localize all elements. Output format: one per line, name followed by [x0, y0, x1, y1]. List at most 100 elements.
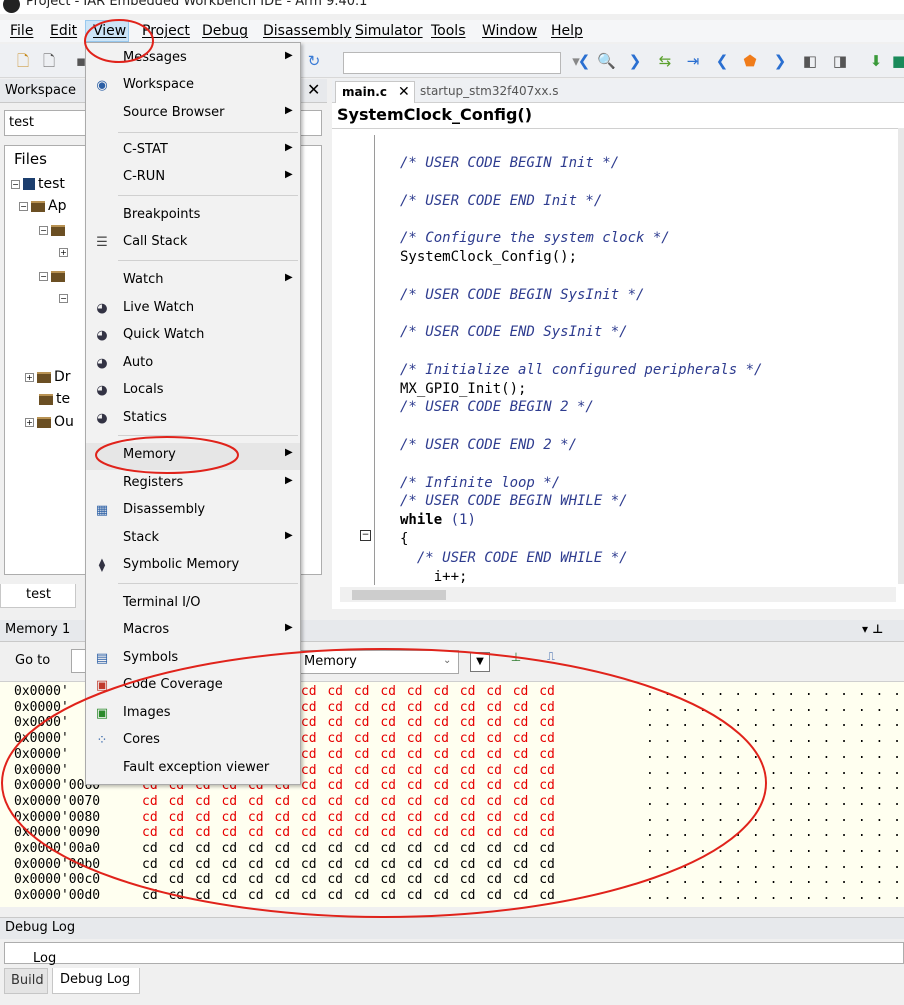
- tree-node-sub1[interactable]: −: [39, 222, 68, 238]
- expand-icon[interactable]: +: [59, 247, 68, 257]
- menu-item-messages[interactable]: Messages ▶: [86, 46, 300, 73]
- menu-item-locals[interactable]: ◕ Locals: [86, 378, 300, 405]
- menu-item-source-browser[interactable]: Source Browser ▶: [86, 101, 300, 128]
- open-file-icon[interactable]: 🗋: [40, 52, 58, 70]
- function-name: SystemClock_Config(): [337, 105, 533, 124]
- code-text: SystemClock_Config();: [400, 249, 578, 265]
- new-file-icon[interactable]: 🗋: [14, 52, 32, 70]
- next-bookmark-icon[interactable]: ❯: [771, 52, 789, 70]
- search-icon[interactable]: 🔍: [597, 52, 616, 70]
- tree-node-app[interactable]: − Ap: [19, 198, 66, 214]
- pin-icon[interactable]: ▾ ⊥: [862, 622, 883, 636]
- menu-window[interactable]: Window: [482, 23, 537, 39]
- toggle-bookmark-icon[interactable]: ⇆: [656, 52, 674, 70]
- menu-item-statics[interactable]: ◕ Statics: [86, 406, 300, 433]
- menu-item-quick-watch[interactable]: ◕ Quick Watch: [86, 323, 300, 350]
- collapse-icon[interactable]: −: [59, 293, 68, 303]
- indent-icon[interactable]: ⇥: [684, 52, 702, 70]
- memory-ascii: . . . . . . . . . . . . . . . .: [646, 778, 904, 794]
- editor-vertical-scrollbar[interactable]: [898, 128, 904, 584]
- menu-item-c-run[interactable]: C-RUN ▶: [86, 165, 300, 192]
- menu-item-symbols[interactable]: ▤ Symbols: [86, 646, 300, 673]
- menu-tools[interactable]: Tools: [431, 23, 466, 39]
- menu-item-code-coverage[interactable]: ▣ Code Coverage: [86, 673, 300, 700]
- menu-edit[interactable]: Edit: [50, 23, 77, 39]
- menu-project[interactable]: Project: [142, 23, 190, 39]
- tree-node-label: te: [56, 391, 71, 407]
- close-icon[interactable]: ✕: [307, 80, 320, 99]
- menu-view[interactable]: View: [93, 23, 126, 39]
- menu-item-registers[interactable]: Registers ▶: [86, 471, 300, 498]
- tab-label: Debug Log: [60, 972, 131, 987]
- download-icon[interactable]: ⬇: [867, 52, 885, 70]
- menu-item-label: Workspace: [123, 77, 195, 92]
- collapse-icon[interactable]: −: [39, 271, 48, 281]
- menu-item-terminal-i-o[interactable]: Terminal I/O: [86, 591, 300, 618]
- menu-item-stack[interactable]: Stack ▶: [86, 526, 300, 553]
- tree-node-sub3[interactable]: −: [39, 268, 68, 284]
- debug-log-area[interactable]: Log: [4, 942, 904, 965]
- tab-debug-log[interactable]: Debug Log: [52, 968, 140, 994]
- expand-icon[interactable]: +: [25, 417, 34, 427]
- collapse-icon[interactable]: −: [11, 179, 20, 189]
- memory-address: 0x0000'0070: [14, 793, 101, 809]
- menu-item-symbolic-memory[interactable]: ⧫ Symbolic Memory: [86, 553, 300, 580]
- step-back-icon[interactable]: ◧: [801, 52, 819, 70]
- menu-item-fault-exception-viewer[interactable]: Fault exception viewer: [86, 756, 300, 783]
- menu-item-macros[interactable]: Macros ▶: [86, 618, 300, 645]
- menu-item-breakpoints[interactable]: Breakpoints: [86, 203, 300, 230]
- memory-previous-icon[interactable]: ⊥: [505, 650, 527, 672]
- close-tab-icon[interactable]: ✕: [398, 84, 410, 100]
- menu-item-auto[interactable]: ◕ Auto: [86, 351, 300, 378]
- prev-bookmark-icon[interactable]: ❮: [713, 52, 731, 70]
- memory-options-button[interactable]: ▼: [470, 652, 490, 672]
- menu-item-memory[interactable]: Memory ▶: [86, 443, 300, 470]
- redo-icon[interactable]: ↻: [305, 52, 323, 70]
- tab-main-c[interactable]: main.c ✕: [335, 81, 415, 103]
- debug-icon[interactable]: ■: [890, 52, 904, 70]
- menu-disassembly[interactable]: Disassembly: [263, 23, 351, 39]
- folder-icon: [51, 224, 65, 236]
- function-navigator[interactable]: SystemClock_Config(): [332, 103, 904, 129]
- tree-node-test[interactable]: te: [39, 391, 70, 407]
- submenu-arrow-icon: ▶: [285, 272, 293, 283]
- code-comment: /* Initialize all configured peripherals…: [400, 361, 763, 378]
- menu-item-images[interactable]: ▣ Images: [86, 701, 300, 728]
- forward-icon[interactable]: ❯: [626, 52, 644, 70]
- tree-node-sub2[interactable]: +: [59, 244, 71, 260]
- tree-node-drivers[interactable]: + Dr: [25, 369, 71, 385]
- collapse-icon[interactable]: −: [39, 225, 48, 235]
- tree-root[interactable]: − test: [11, 176, 65, 192]
- memory-ascii: . . . . . . . . . . . . . . . .: [646, 841, 904, 856]
- step-forward-icon[interactable]: ◨: [831, 52, 849, 70]
- menu-item-label: Macros: [123, 622, 170, 637]
- tree-node-output[interactable]: + Ou: [25, 414, 74, 430]
- menu-item-cores[interactable]: ⁘ Cores: [86, 728, 300, 755]
- workspace-tab-test[interactable]: test: [0, 584, 76, 608]
- menu-help[interactable]: Help: [551, 23, 583, 39]
- collapse-icon[interactable]: −: [19, 201, 28, 211]
- menu-item-call-stack[interactable]: ☰ Call Stack: [86, 230, 300, 257]
- menu-file[interactable]: File: [10, 23, 33, 39]
- menu-item-c-stat[interactable]: C-STAT ▶: [86, 138, 300, 165]
- memory-next-icon[interactable]: ⎍: [539, 650, 563, 672]
- memory-zone-select[interactable]: Memory ⌄: [299, 650, 459, 674]
- menu-debug[interactable]: Debug: [202, 23, 248, 39]
- menu-item-live-watch[interactable]: ◕ Live Watch: [86, 296, 300, 323]
- submenu-arrow-icon: ▶: [285, 622, 293, 633]
- menu-simulator[interactable]: Simulator: [355, 23, 423, 39]
- fold-collapse-icon[interactable]: −: [360, 530, 371, 541]
- bookmark-shield-icon[interactable]: ⬟: [741, 52, 759, 70]
- toolbar-find-combo[interactable]: [343, 52, 561, 74]
- scrollbar-thumb[interactable]: [352, 590, 446, 600]
- menu-item-disassembly[interactable]: ▦ Disassembly: [86, 498, 300, 525]
- expand-icon[interactable]: +: [25, 372, 34, 382]
- menu-item-workspace[interactable]: ◉ Workspace: [86, 73, 300, 100]
- memory-ascii: . . . . . . . . . . . . . . . .: [646, 856, 904, 872]
- tree-node-sub4[interactable]: −: [59, 290, 71, 306]
- code-view[interactable]: /* USER CODE BEGIN Init */ /* USER CODE E…: [380, 135, 900, 585]
- tab-startup[interactable]: startup_stm32f407xx.s: [420, 84, 559, 98]
- menu-item-watch[interactable]: Watch ▶: [86, 268, 300, 295]
- tab-build[interactable]: Build: [4, 968, 48, 994]
- back-icon[interactable]: ❮: [575, 52, 593, 70]
